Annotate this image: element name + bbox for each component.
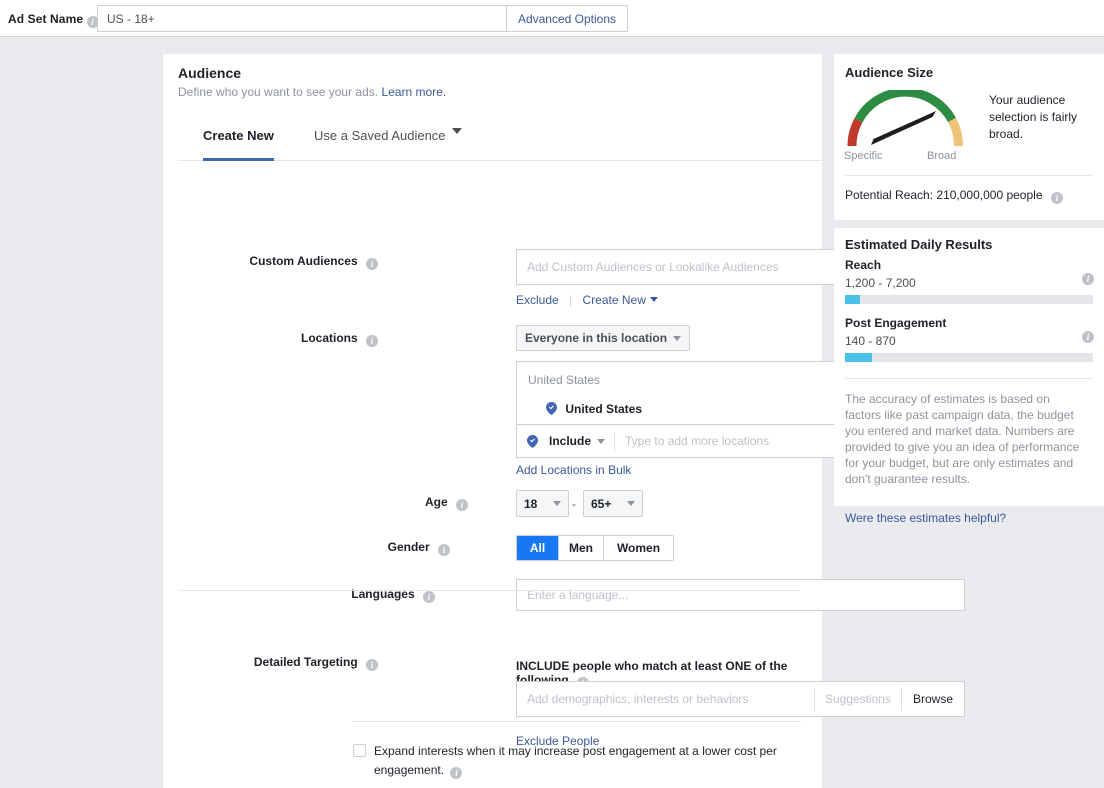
metric-reach-bar [845, 295, 1093, 304]
detailed-targeting-input[interactable]: Add demographics, interests or behaviors [517, 692, 814, 706]
chevron-down-icon [673, 336, 681, 341]
divider: | [569, 293, 572, 307]
divider [845, 378, 1093, 379]
page-subtitle-text: Define who you want to see your ads. [178, 85, 378, 99]
chevron-down-icon [452, 128, 462, 134]
gender-option-all[interactable]: All [517, 536, 558, 560]
metric-post-engagement-bar-fill [845, 353, 872, 362]
location-scope-dropdown[interactable]: Everyone in this location [516, 325, 690, 351]
location-scope-value: Everyone in this location [525, 331, 667, 345]
audience-tabs: Create New Use a Saved Audience [178, 126, 822, 161]
detailed-targeting-input-bar: Add demographics, interests or behaviors… [516, 681, 965, 717]
estimated-daily-results-title: Estimated Daily Results [845, 237, 992, 252]
tab-use-saved-audience[interactable]: Use a Saved Audience [314, 126, 462, 161]
map-pin-icon [546, 402, 557, 415]
divider [845, 175, 1093, 176]
adset-name-label: Ad Set Name i [8, 12, 99, 28]
section-divider [352, 721, 801, 722]
metric-reach-bar-fill [845, 295, 860, 304]
languages-input[interactable]: Enter a language... [516, 579, 965, 611]
adset-name-bar: Ad Set Name i US - 18+ Advanced Options [0, 0, 1104, 37]
advanced-options-link[interactable]: Advanced Options [506, 6, 627, 31]
adset-name-label-text: Ad Set Name [8, 12, 83, 26]
estimates-accuracy-note: The accuracy of estimates is based on fa… [845, 391, 1088, 487]
metric-post-engagement-name: Post Engagement [845, 316, 946, 330]
adset-name-field[interactable]: US - 18+ Advanced Options [97, 5, 628, 32]
detailed-targeting-suggestions-button[interactable]: Suggestions [814, 687, 901, 711]
location-list-item-label: United States [565, 402, 642, 416]
detailed-targeting-label-text: Detailed Targeting [254, 655, 358, 669]
info-icon[interactable]: i [423, 591, 435, 603]
detailed-targeting-browse-button[interactable]: Browse [901, 687, 964, 711]
chevron-down-icon [553, 501, 561, 506]
custom-audiences-label: Custom Audiences i [218, 254, 378, 270]
info-icon[interactable]: i [366, 335, 378, 347]
expand-interests-label: Expand interests when it may increase po… [374, 742, 794, 780]
info-icon[interactable]: i [366, 258, 378, 270]
age-label: Age i [308, 495, 468, 511]
audience-size-gauge [844, 90, 967, 148]
gender-label-text: Gender [388, 540, 430, 554]
audience-size-card: Audience Size Specific Broad Your audien… [834, 54, 1104, 220]
metric-post-engagement-bar [845, 353, 1093, 362]
gauge-high-label: Broad [927, 150, 956, 162]
estimates-helpful-link[interactable]: Were these estimates helpful? [845, 511, 1006, 525]
gender-toggle-group: All Men Women [516, 535, 674, 561]
detailed-targeting-label: Detailed Targeting i [218, 655, 378, 671]
age-max-dropdown[interactable]: 65+ [583, 490, 643, 517]
section-divider [179, 590, 800, 591]
age-min-value: 18 [524, 497, 537, 511]
age-min-dropdown[interactable]: 18 [516, 490, 569, 517]
age-label-text: Age [425, 495, 448, 509]
page-title: Audience [178, 65, 241, 81]
info-icon[interactable]: i [1082, 273, 1094, 285]
adset-name-input[interactable]: US - 18+ [98, 12, 506, 26]
audience-panel: Audience Define who you want to see your… [163, 54, 822, 788]
gender-option-women[interactable]: Women [603, 536, 673, 560]
location-list-item[interactable]: United States [546, 402, 642, 416]
audience-size-title: Audience Size [845, 65, 933, 80]
metric-reach-name: Reach [845, 258, 881, 272]
info-icon[interactable]: i [366, 659, 378, 671]
info-icon[interactable]: i [1051, 192, 1063, 204]
custom-audiences-exclude-link[interactable]: Exclude [516, 293, 559, 307]
custom-audiences-create-new-link[interactable]: Create New [583, 293, 646, 307]
map-pin-icon [527, 435, 538, 448]
locations-label-text: Locations [301, 331, 358, 345]
locations-group-header: United States [528, 373, 600, 387]
potential-reach-text: Potential Reach: 210,000,000 people [845, 188, 1043, 202]
expand-interests-label-text: Expand interests when it may increase po… [374, 744, 777, 777]
chevron-down-icon [627, 501, 635, 506]
tab-create-new[interactable]: Create New [203, 126, 274, 161]
learn-more-link[interactable]: Learn more. [381, 85, 446, 99]
gender-option-men[interactable]: Men [558, 536, 603, 560]
tab-create-new-label: Create New [203, 128, 274, 143]
location-include-dropdown[interactable]: Include [517, 434, 614, 448]
metric-post-engagement-value: 140 - 870 [845, 334, 896, 348]
metric-reach-value: 1,200 - 7,200 [845, 276, 916, 290]
gauge-low-label: Specific [844, 150, 883, 162]
add-locations-in-bulk-link[interactable]: Add Locations in Bulk [516, 463, 631, 477]
info-icon[interactable]: i [438, 544, 450, 556]
potential-reach: Potential Reach: 210,000,000 people i [845, 188, 1063, 204]
audience-size-description: Your audience selection is fairly broad. [989, 92, 1097, 143]
chevron-down-icon[interactable] [650, 297, 658, 302]
custom-audiences-links: Exclude | Create New [516, 293, 658, 307]
expand-interests-checkbox[interactable] [353, 744, 366, 757]
age-max-value: 65+ [591, 497, 611, 511]
location-include-label: Include [549, 434, 591, 448]
info-icon[interactable]: i [456, 499, 468, 511]
tab-use-saved-audience-label: Use a Saved Audience [314, 128, 446, 143]
gender-label: Gender i [290, 540, 450, 556]
page-body: Audience Define who you want to see your… [0, 38, 1104, 772]
chevron-down-icon [597, 439, 605, 444]
estimated-daily-results-card: Estimated Daily Results Reach 1,200 - 7,… [834, 228, 1104, 506]
custom-audiences-placeholder: Add Custom Audiences or Lookalike Audien… [517, 260, 779, 274]
locations-label: Locations i [218, 331, 378, 347]
info-icon[interactable]: i [450, 767, 462, 779]
info-icon[interactable]: i [1082, 331, 1094, 343]
age-range-separator: - [572, 497, 576, 511]
custom-audiences-label-text: Custom Audiences [249, 254, 357, 268]
page-subtitle: Define who you want to see your ads. Lea… [178, 85, 446, 99]
